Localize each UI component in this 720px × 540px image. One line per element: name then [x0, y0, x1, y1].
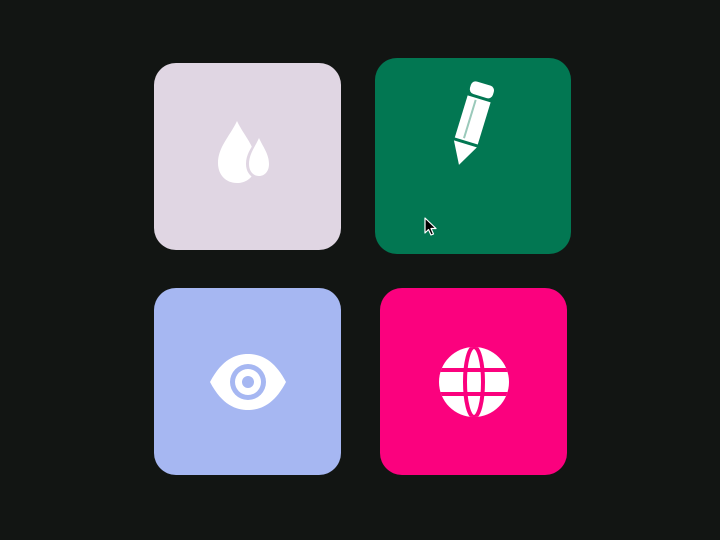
pencil-icon: [453, 81, 495, 165]
globe-tile[interactable]: [380, 288, 567, 475]
eye-tile[interactable]: [154, 288, 341, 475]
water-drops-icon: [217, 120, 272, 183]
globe-icon: [438, 346, 509, 417]
eye-icon: [209, 353, 286, 410]
pencil-tile[interactable]: [375, 58, 571, 254]
icon-grid: [0, 0, 720, 540]
water-drops-tile[interactable]: [154, 63, 341, 250]
